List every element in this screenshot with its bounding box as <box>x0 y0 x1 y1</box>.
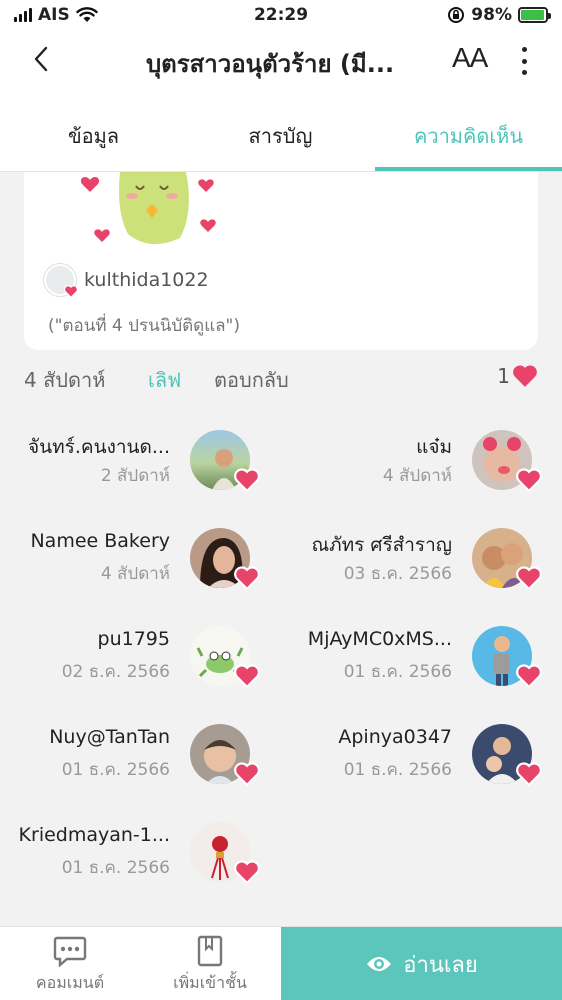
heart-icon <box>513 365 537 387</box>
page-title: บุตรสาวอนุตัวร้าย (มี... <box>145 50 395 78</box>
comment-author[interactable]: kulthida1022 <box>44 264 209 298</box>
status-right: 98% <box>447 5 551 25</box>
liker-date: 01 ธ.ค. 2566 <box>343 760 452 780</box>
comment-tab-label: คอมเมนต์ <box>35 973 105 992</box>
liker-item[interactable]: Apinya0347 01 ธ.ค. 2566 <box>282 714 542 794</box>
cat-sticker-image <box>80 172 216 245</box>
liker-name: pu1795 <box>97 628 170 650</box>
liker-item[interactable]: MjAyMC0xMS... 01 ธ.ค. 2566 <box>282 616 542 696</box>
comment-username: kulthida1022 <box>84 269 209 291</box>
eye-icon <box>367 957 392 971</box>
user-avatar <box>44 264 78 298</box>
liker-name: Nuy@TanTan <box>49 726 170 748</box>
liker-item[interactable]: pu1795 02 ธ.ค. 2566 <box>0 616 260 696</box>
liker-name: Kriedmayan-1... <box>18 824 170 846</box>
heart-icon <box>234 762 260 786</box>
liker-item[interactable]: Kriedmayan-1... 01 ธ.ค. 2566 <box>0 812 260 892</box>
heart-icon <box>234 566 260 590</box>
add-to-shelf-button[interactable]: เพิ่มเข้าชั้น <box>140 935 280 996</box>
liker-name: แจ๋ม <box>416 436 452 458</box>
liker-date: 03 ธ.ค. 2566 <box>343 564 452 584</box>
bottom-bar: คอมเมนต์ เพิ่มเข้าชั้น อ่านเลย <box>0 926 562 1000</box>
liker-name: Namee Bakery <box>30 530 170 552</box>
liker-item[interactable]: Nuy@TanTan 01 ธ.ค. 2566 <box>0 714 260 794</box>
liker-item[interactable]: แจ๋ม 4 สัปดาห์ <box>282 420 542 500</box>
comment-meta: 4 สัปดาห์ เลิฟ ตอบกลับ 1 <box>24 364 538 394</box>
comment-time: 4 สัปดาห์ <box>24 368 106 392</box>
tab-comments[interactable]: ความคิดเห็น <box>375 120 562 152</box>
liker-date: 01 ธ.ค. 2566 <box>343 662 452 682</box>
like-count[interactable]: 1 <box>497 364 538 388</box>
tab-bar: ข้อมูล สารบัญ ความคิดเห็น <box>0 90 562 172</box>
orientation-lock-icon <box>448 7 465 23</box>
back-arrow-icon[interactable] <box>28 44 58 74</box>
battery-icon <box>518 7 551 23</box>
liker-name: MjAyMC0xMS... <box>307 628 452 650</box>
heart-icon <box>234 468 260 492</box>
like-button[interactable]: เลิฟ <box>148 364 181 396</box>
tab-contents[interactable]: สารบัญ <box>187 120 374 152</box>
heart-icon <box>516 762 542 786</box>
heart-icon <box>516 566 542 590</box>
battery-percent: 98% <box>471 5 512 25</box>
liker-item[interactable]: จันทร์.คนงานด... 2 สัปดาห์ <box>0 420 260 500</box>
liker-name: จันทร์.คนงานด... <box>28 436 170 458</box>
liker-date: 4 สัปดาห์ <box>382 466 452 486</box>
read-now-label: อ่านเลย <box>403 952 478 978</box>
active-tab-indicator <box>375 167 562 171</box>
comment-card: kulthida1022 ("ตอนที่ 4 ปรนนิบัติดูแล") <box>24 172 538 350</box>
comment-tab-button[interactable]: คอมเมนต์ <box>0 935 140 996</box>
add-to-shelf-label: เพิ่มเข้าชั้น <box>173 973 247 992</box>
liker-date: 02 ธ.ค. 2566 <box>61 662 170 682</box>
liker-date: 01 ธ.ค. 2566 <box>61 858 170 878</box>
liker-item[interactable]: Namee Bakery 4 สัปดาห์ <box>0 518 260 598</box>
comment-quote: ("ตอนที่ 4 ปรนนิบัติดูแล") <box>48 316 241 336</box>
more-options-icon[interactable] <box>514 44 534 78</box>
liker-date: 4 สัปดาห์ <box>100 564 170 584</box>
font-size-button[interactable]: AA <box>452 42 488 74</box>
heart-icon <box>234 664 260 688</box>
top-header: บุตรสาวอนุตัวร้าย (มี... AA <box>0 32 562 90</box>
read-now-button[interactable]: อ่านเลย <box>281 927 562 1000</box>
heart-icon <box>64 285 78 298</box>
heart-icon <box>234 860 260 884</box>
liker-name: ณภัทร ศรีสำราญ <box>311 534 452 556</box>
tab-info[interactable]: ข้อมูล <box>0 120 187 152</box>
liker-date: 2 สัปดาห์ <box>100 466 170 486</box>
liker-date: 01 ธ.ค. 2566 <box>61 760 170 780</box>
heart-icon <box>516 468 542 492</box>
status-bar: AIS 22:29 98% <box>0 0 562 32</box>
like-count-value: 1 <box>497 364 510 388</box>
liker-item[interactable]: ณภัทร ศรีสำราญ 03 ธ.ค. 2566 <box>282 518 542 598</box>
book-icon <box>197 935 223 967</box>
heart-icon <box>516 664 542 688</box>
reply-button[interactable]: ตอบกลับ <box>214 364 289 396</box>
liker-name: Apinya0347 <box>338 726 452 748</box>
comment-bubble-icon <box>53 936 87 967</box>
